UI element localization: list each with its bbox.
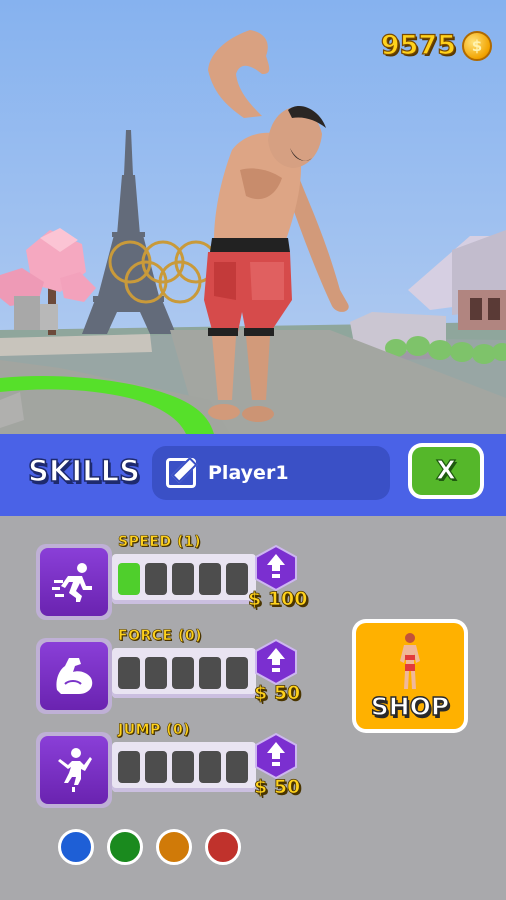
upgrade-speed-button[interactable] — [254, 544, 298, 592]
level-segment — [145, 563, 167, 595]
level-segment — [172, 751, 194, 783]
close-button-label: X — [412, 447, 480, 495]
skill-icon-tile-force — [36, 638, 112, 714]
skill-label-speed: SPEED (1) — [118, 534, 202, 551]
skills-title: SKILLS — [27, 453, 141, 489]
skill-icon-tile-jump — [36, 732, 112, 808]
skill-level-bar-jump — [112, 742, 256, 792]
skill-price-jump: $ 50 — [254, 776, 301, 799]
shop-button[interactable]: SHOP — [352, 619, 468, 733]
jumping-icon — [58, 748, 92, 792]
level-segment — [172, 563, 194, 595]
edit-pencil-icon[interactable] — [166, 458, 196, 488]
skills-header-bar: SKILLS Player1 X — [0, 434, 506, 516]
level-segment — [199, 751, 221, 783]
scene-background — [0, 30, 506, 434]
color-swatch-red[interactable] — [205, 829, 241, 865]
level-segment — [145, 751, 167, 783]
close-button[interactable]: X — [408, 443, 484, 499]
running-icon — [52, 563, 92, 602]
skill-label-jump: JUMP (0) — [118, 722, 191, 739]
level-segment — [199, 563, 221, 595]
level-segment — [172, 657, 194, 689]
skill-row-jump: JUMP (0) $ 50 — [36, 722, 306, 808]
skill-price-speed: $ 100 — [248, 588, 308, 611]
skills-panel: SPEED (1) $ 100 FORCE (0) $ 50 JUMP (0) … — [0, 516, 506, 900]
character-skin-preview — [400, 633, 420, 689]
coin-icon: $ — [462, 30, 492, 61]
coin-count: 9575 — [380, 29, 456, 61]
flexed-arm-icon — [56, 658, 93, 694]
player-name: Player1 — [208, 462, 289, 484]
upgrade-force-button[interactable] — [254, 638, 298, 686]
level-segment — [226, 657, 248, 689]
level-segment — [118, 563, 140, 595]
level-segment — [199, 657, 221, 689]
color-swatch-blue[interactable] — [58, 829, 94, 865]
skill-level-bar-force — [112, 648, 256, 698]
player-name-field[interactable]: Player1 — [152, 446, 390, 500]
skill-row-force: FORCE (0) $ 50 — [36, 628, 306, 714]
upgrade-jump-button[interactable] — [254, 732, 298, 780]
skill-label-force: FORCE (0) — [118, 628, 202, 645]
level-segment — [226, 563, 248, 595]
color-swatch-orange[interactable] — [156, 829, 192, 865]
pink-trees — [0, 228, 96, 335]
shop-label: SHOP — [370, 691, 450, 721]
level-segment — [226, 751, 248, 783]
skill-level-bar-speed — [112, 554, 256, 604]
level-segment — [118, 657, 140, 689]
skin-color-swatches — [58, 829, 241, 865]
game-scene: 9575 $ — [0, 0, 506, 434]
color-swatch-green[interactable] — [107, 829, 143, 865]
level-segment — [118, 751, 140, 783]
coin-counter: 9575 $ — [380, 29, 492, 62]
skill-icon-tile-speed — [36, 544, 112, 620]
skill-row-speed: SPEED (1) $ 100 — [36, 534, 308, 620]
skill-price-force: $ 50 — [254, 682, 301, 705]
eiffel-tower — [82, 130, 176, 334]
level-segment — [145, 657, 167, 689]
